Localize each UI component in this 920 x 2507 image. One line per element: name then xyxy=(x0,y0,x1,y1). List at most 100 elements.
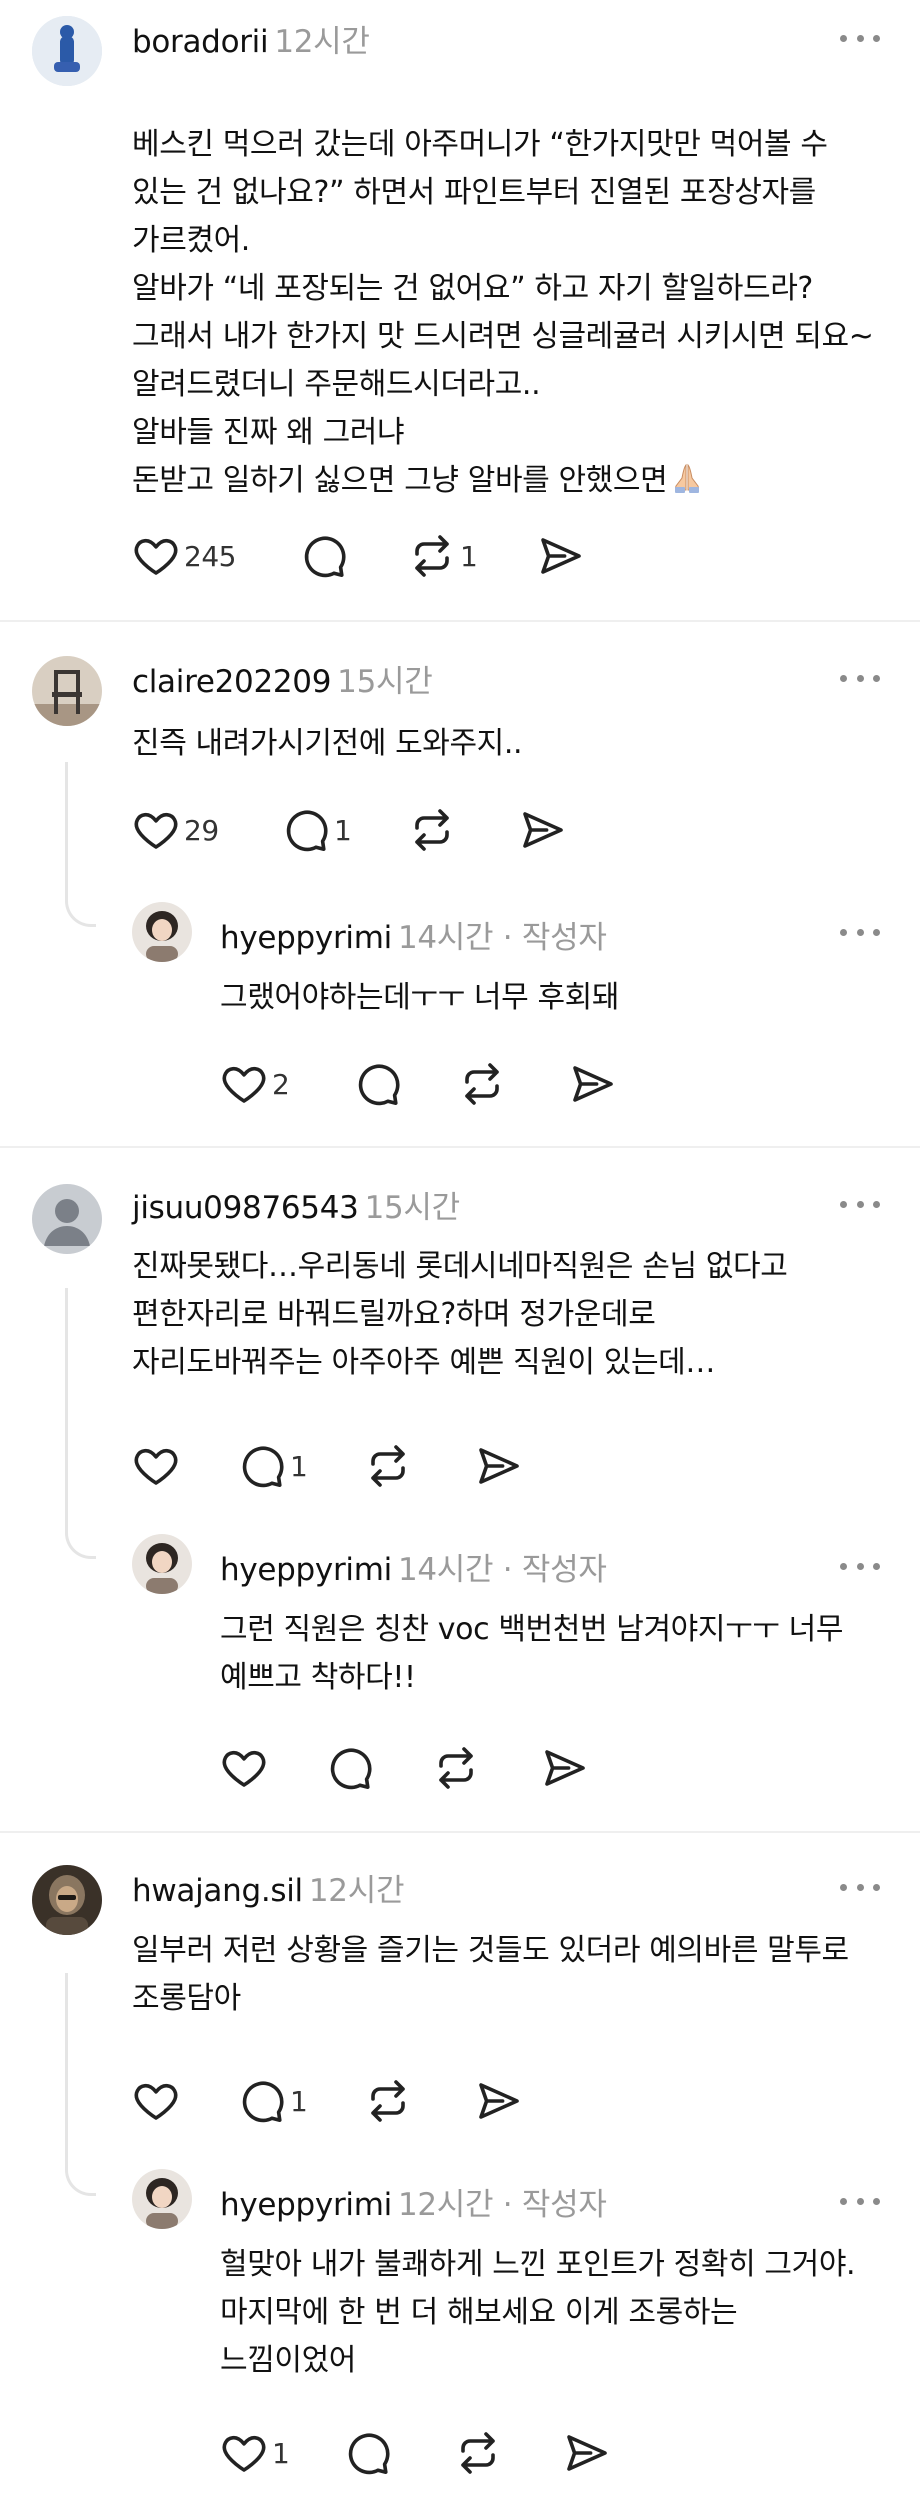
username[interactable]: hyeppyrimi xyxy=(220,920,392,956)
send-icon xyxy=(474,1442,522,1490)
comment-icon xyxy=(238,1442,286,1490)
timestamp: 15시간 xyxy=(364,1190,461,1226)
timestamp: 14시간 · 작성자 xyxy=(397,1552,607,1588)
repost-button[interactable] xyxy=(408,802,460,858)
send-icon xyxy=(540,1744,588,1792)
comment-header: boradorii 12시간 xyxy=(132,16,370,61)
avatar[interactable] xyxy=(32,1865,102,1935)
send-icon xyxy=(518,806,566,854)
share-button[interactable] xyxy=(474,1438,522,1494)
repost-icon xyxy=(458,1060,506,1108)
comment-thread: claire202209 15시간 진즉 내려가시기전에 도와주지.. 29 1 … xyxy=(0,622,920,1146)
more-options-icon[interactable] xyxy=(840,28,880,48)
reply-button[interactable]: 1 xyxy=(282,802,352,858)
repost-button[interactable] xyxy=(432,1740,480,1796)
repost-icon xyxy=(408,806,456,854)
timestamp: 12시간 xyxy=(274,24,370,60)
comment-icon xyxy=(300,532,348,580)
avatar[interactable] xyxy=(32,16,102,86)
send-icon xyxy=(536,532,584,580)
action-bar: 1 xyxy=(132,1438,572,1494)
timestamp: 15시간 xyxy=(337,664,433,700)
repost-button[interactable] xyxy=(454,2425,502,2481)
username[interactable]: claire202209 xyxy=(132,664,331,700)
heart-icon xyxy=(132,532,180,580)
share-button[interactable] xyxy=(568,1056,616,1112)
reply-button[interactable] xyxy=(326,1740,374,1796)
repost-icon xyxy=(454,2429,502,2477)
action-bar: 245 1 xyxy=(132,528,612,584)
repost-button[interactable]: 1 xyxy=(408,528,478,584)
repost-icon xyxy=(408,532,456,580)
reply-button[interactable]: 1 xyxy=(238,2073,308,2129)
reply-text: 그랬어야하는데ㅜㅜ 너무 후회돼 xyxy=(220,980,620,1015)
send-icon xyxy=(474,2077,522,2125)
thread-connector xyxy=(65,762,96,927)
repost-button[interactable] xyxy=(364,1438,412,1494)
heart-icon xyxy=(132,2077,180,2125)
heart-icon xyxy=(132,806,180,854)
reply-avatar[interactable] xyxy=(132,2169,192,2229)
username[interactable]: jisuu09876543 xyxy=(132,1190,359,1226)
reply-button[interactable] xyxy=(354,1056,406,1112)
like-button[interactable]: 1 xyxy=(220,2425,290,2481)
username[interactable]: hwajang.sil xyxy=(132,1873,303,1909)
share-button[interactable] xyxy=(562,2425,610,2481)
action-bar: 2 xyxy=(220,1056,640,1112)
comment-text: 진즉 내려가시기전에 도와주지.. xyxy=(132,726,523,761)
reply-avatar[interactable] xyxy=(132,902,192,962)
reply-text: 그런 직원은 칭찬 voc 백번천번 남겨야지ㅜㅜ 너무 예쁘고 착하다!! xyxy=(220,1612,844,1695)
heart-icon xyxy=(220,1744,268,1792)
thread-connector xyxy=(65,1973,96,2196)
action-bar: 1 xyxy=(132,2073,572,2129)
more-options-icon[interactable] xyxy=(840,1877,880,1897)
comment-text: 베스킨 먹으러 갔는데 아주머니가 “한가지맛만 먹어볼 수 있는 건 없나요?… xyxy=(132,127,874,498)
username[interactable]: hyeppyrimi xyxy=(220,2187,392,2223)
like-button[interactable]: 29 xyxy=(132,802,219,858)
repost-button[interactable] xyxy=(364,2073,412,2129)
username[interactable]: boradorii xyxy=(132,24,269,60)
comment-text: 일부러 저런 상황을 즐기는 것들도 있더라 예의바른 말투로 조롱담아 xyxy=(132,1933,849,2016)
avatar[interactable] xyxy=(32,1184,102,1254)
share-button[interactable] xyxy=(540,1740,588,1796)
repost-icon xyxy=(364,1442,412,1490)
thread-connector xyxy=(65,1288,96,1559)
like-button[interactable]: 2 xyxy=(220,1056,290,1112)
more-options-icon[interactable] xyxy=(840,668,880,688)
like-button[interactable]: 245 xyxy=(132,528,236,584)
reply-button[interactable]: 1 xyxy=(238,1438,308,1494)
reply-header: hyeppyrimi 14시간 · 작성자 xyxy=(220,1544,607,1589)
more-options-icon[interactable] xyxy=(840,2191,880,2211)
comment-header: claire202209 15시간 xyxy=(132,656,433,701)
repost-button[interactable] xyxy=(458,1056,506,1112)
comment-icon xyxy=(238,2077,286,2125)
reply-count: 1 xyxy=(290,1449,308,1483)
comment-icon xyxy=(326,1744,374,1792)
more-options-icon[interactable] xyxy=(840,922,880,942)
like-count: 245 xyxy=(184,539,236,573)
repost-icon xyxy=(432,1744,480,1792)
comment-icon xyxy=(344,2429,392,2477)
comment-thread: hwajang.sil 12시간 일부러 저런 상황을 즐기는 것들도 있더라 예… xyxy=(0,1833,920,2507)
comment-icon xyxy=(354,1060,402,1108)
share-button[interactable] xyxy=(518,802,566,858)
like-button[interactable] xyxy=(132,1438,184,1494)
reply-avatar[interactable] xyxy=(132,1534,192,1594)
repost-icon xyxy=(364,2077,412,2125)
share-button[interactable] xyxy=(474,2073,522,2129)
more-options-icon[interactable] xyxy=(840,1556,880,1576)
send-icon xyxy=(568,1060,616,1108)
timestamp: 12시간 · 작성자 xyxy=(397,2187,607,2223)
comment-header: jisuu09876543 15시간 xyxy=(132,1182,460,1227)
like-button[interactable] xyxy=(220,1740,268,1796)
avatar[interactable] xyxy=(32,656,102,726)
more-options-icon[interactable] xyxy=(840,1194,880,1214)
reply-button[interactable] xyxy=(300,528,352,584)
username[interactable]: hyeppyrimi xyxy=(220,1552,392,1588)
reply-button[interactable] xyxy=(344,2425,392,2481)
like-count: 1 xyxy=(272,2436,290,2470)
action-bar: 29 1 xyxy=(132,802,572,858)
reply-count: 1 xyxy=(290,2084,308,2118)
share-button[interactable] xyxy=(536,528,584,584)
like-button[interactable] xyxy=(132,2073,180,2129)
